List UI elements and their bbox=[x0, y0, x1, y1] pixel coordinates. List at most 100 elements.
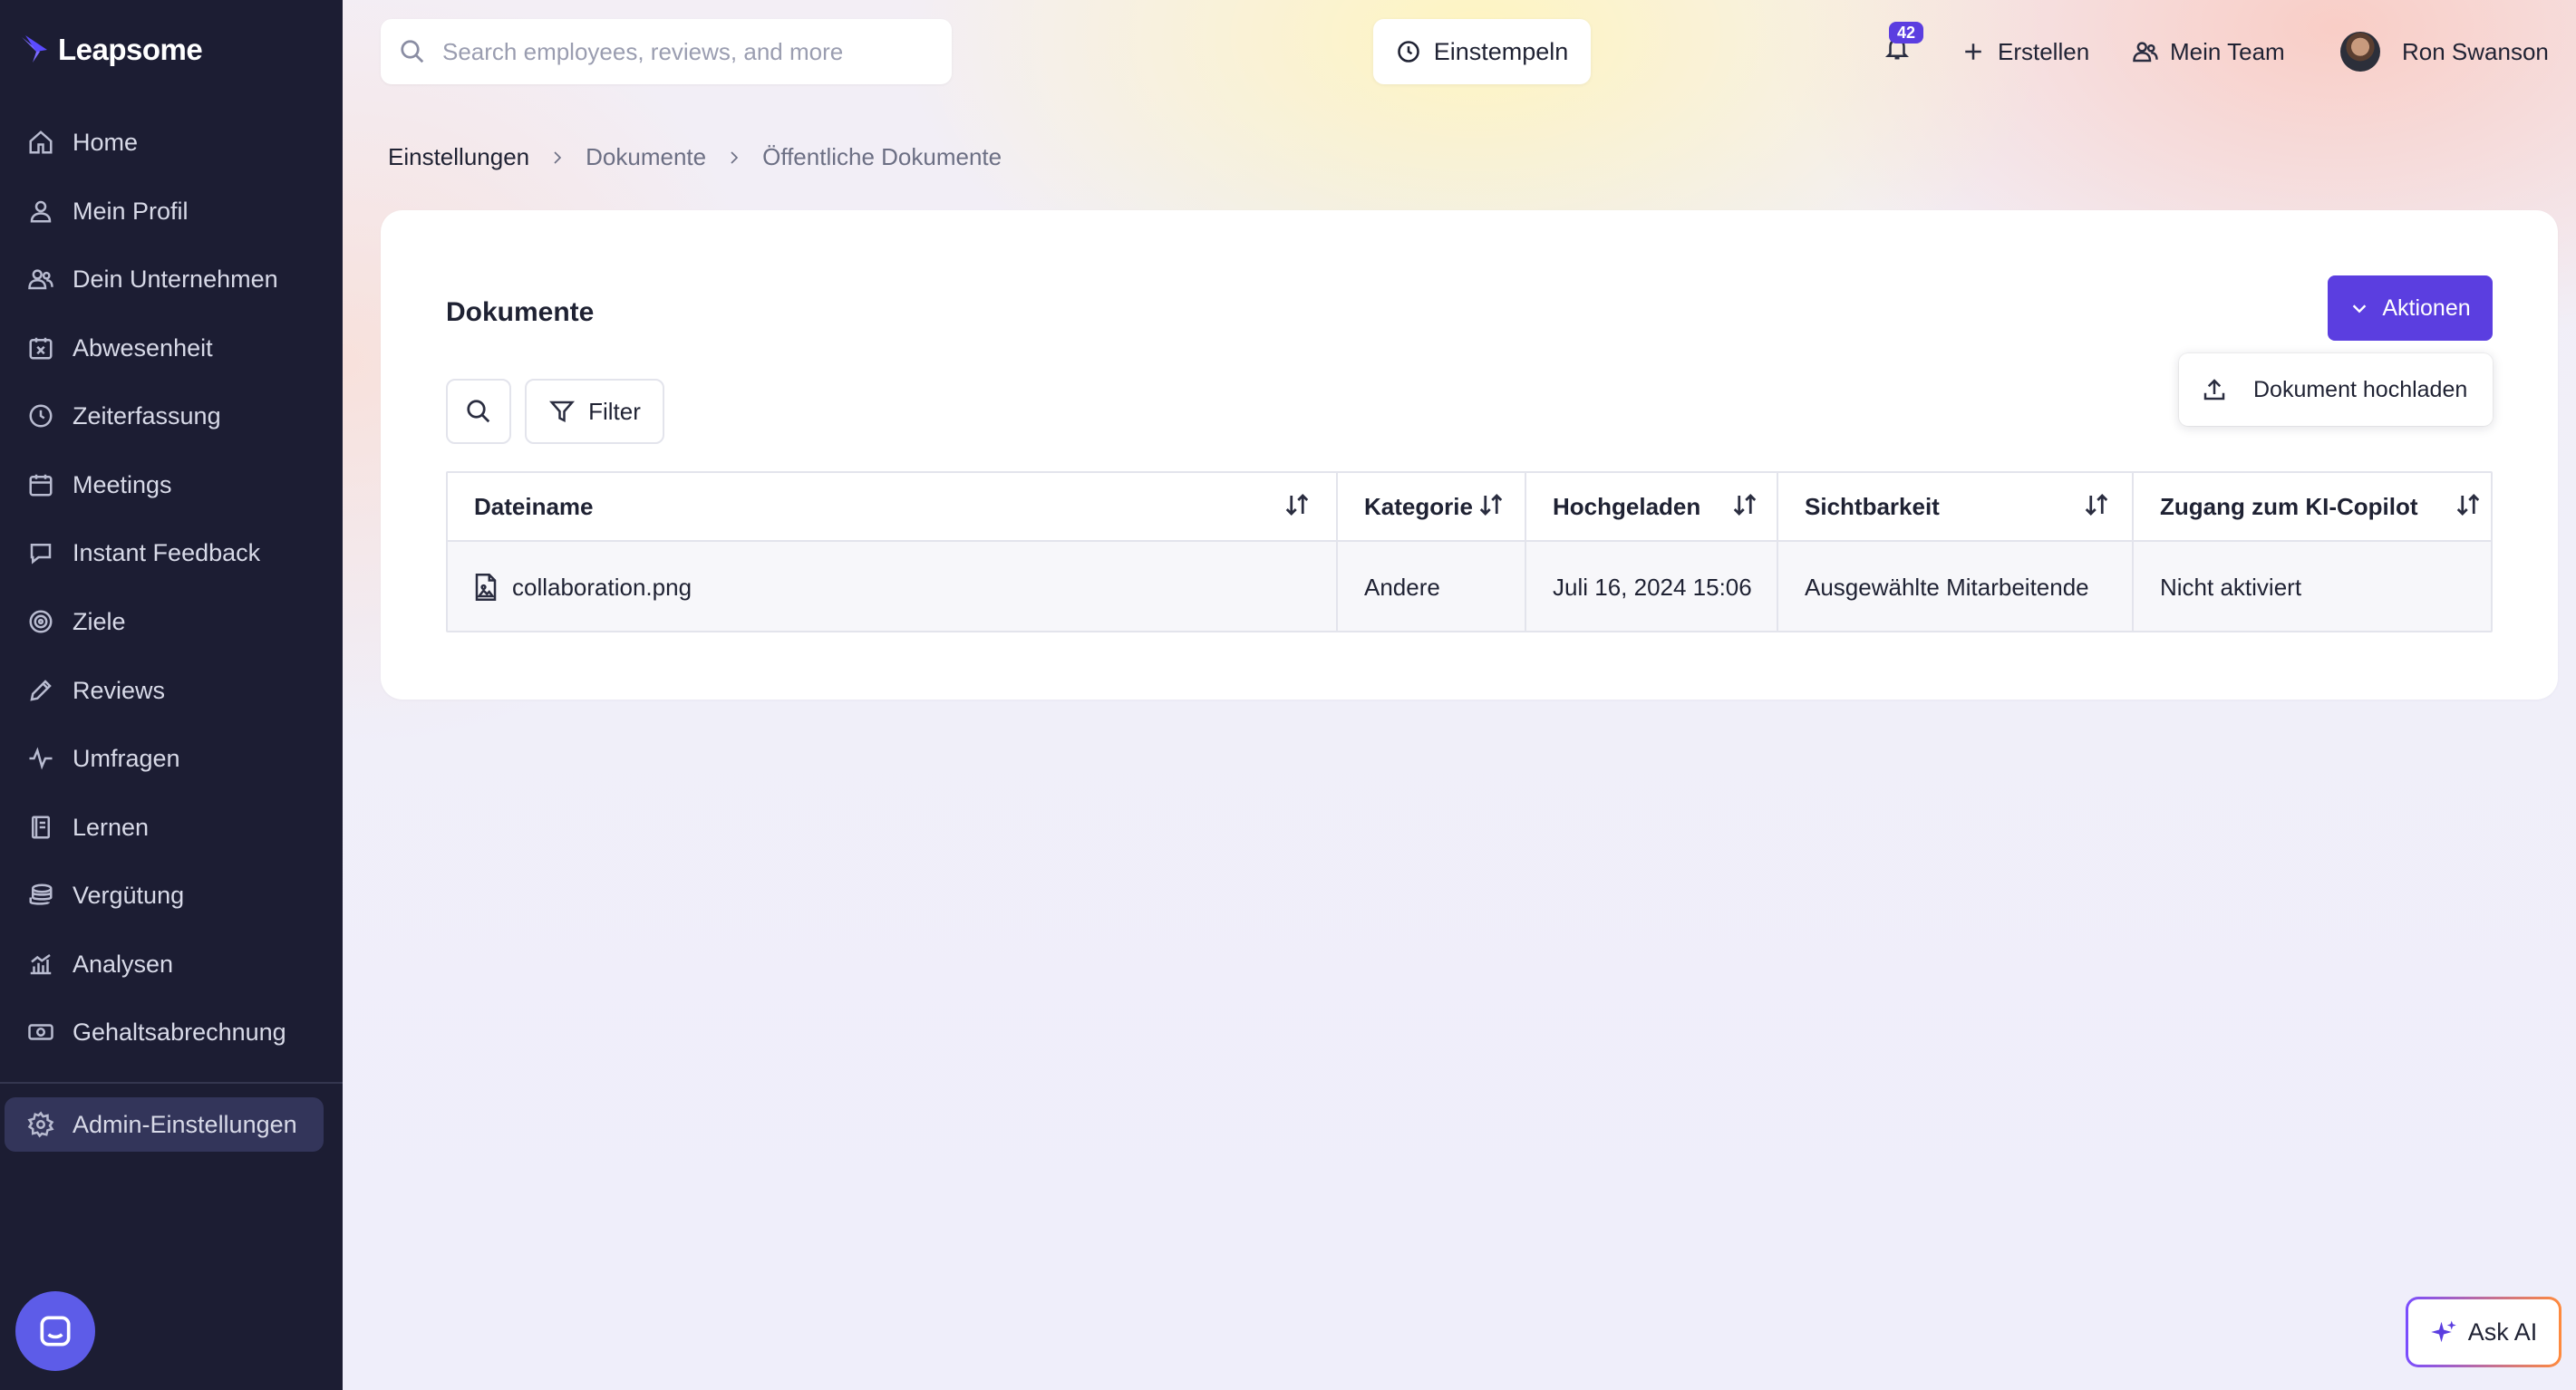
clock-icon bbox=[29, 404, 53, 428]
chat-bubble-icon bbox=[40, 1316, 71, 1347]
sparkle-icon bbox=[2430, 1320, 2456, 1343]
notification-count-badge: 42 bbox=[1889, 22, 1923, 43]
sidebar-item-gehaltsabrechnung[interactable]: Gehaltsabrechnung bbox=[0, 1005, 343, 1059]
column-header-sichtbarkeit[interactable]: Sichtbarkeit bbox=[1778, 473, 2134, 540]
search-icon bbox=[467, 400, 490, 423]
sidebar-item-umfragen[interactable]: Umfragen bbox=[0, 731, 343, 786]
actions-button[interactable]: Aktionen bbox=[2328, 275, 2493, 341]
chat-icon bbox=[30, 544, 52, 565]
coins-icon bbox=[29, 883, 53, 905]
sidebar-item-dein-unternehmen[interactable]: Dein Unternehmen bbox=[0, 252, 343, 306]
breadcrumb-item-dokumente[interactable]: Dokumente bbox=[586, 143, 706, 171]
breadcrumb-item-oeffentliche-dokumente: Öffentliche Dokumente bbox=[762, 143, 1002, 170]
sidebar-item-label: Home bbox=[73, 128, 139, 156]
column-header-ki-copilot[interactable]: Zugang zum KI-Copilot bbox=[2134, 473, 2491, 540]
search-icon bbox=[401, 40, 424, 63]
sort-icon[interactable] bbox=[1731, 491, 1758, 518]
user-name: Ron Swanson bbox=[2402, 37, 2549, 65]
sidebar-item-label: Reviews bbox=[73, 676, 166, 704]
sidebar-item-label: Vergütung bbox=[73, 881, 185, 909]
user-menu[interactable]: Ron Swanson bbox=[2340, 30, 2549, 73]
create-label: Erstellen bbox=[1998, 37, 2090, 65]
table-search-button[interactable] bbox=[446, 379, 511, 444]
pencil-icon bbox=[30, 680, 52, 701]
calendar-icon bbox=[29, 474, 53, 497]
book-icon bbox=[32, 816, 50, 839]
documents-card: Dokumente Aktionen Dokument hochladen Fi… bbox=[381, 210, 2558, 700]
cell-kategorie: Andere bbox=[1338, 542, 1526, 631]
upload-document-menu-item[interactable]: Dokument hochladen bbox=[2179, 353, 2493, 426]
sidebar-item-label: Meetings bbox=[73, 470, 172, 498]
gear-icon bbox=[27, 1111, 54, 1138]
sort-icon[interactable] bbox=[2083, 491, 2110, 518]
column-header-dateiname[interactable]: Dateiname bbox=[448, 473, 1338, 540]
sidebar-item-label: Admin-Einstellungen bbox=[73, 1110, 297, 1138]
sidebar: Leapsome Home Mein Profil Dein Unternehm… bbox=[0, 0, 343, 1390]
sidebar-item-zeiterfassung[interactable]: Zeiterfassung bbox=[0, 389, 343, 443]
search-input[interactable] bbox=[442, 37, 914, 66]
sidebar-item-label: Instant Feedback bbox=[73, 538, 261, 566]
sidebar-item-label: Umfragen bbox=[73, 744, 180, 772]
sidebar-item-instant-feedback[interactable]: Instant Feedback bbox=[0, 526, 343, 580]
upload-document-label: Dokument hochladen bbox=[2253, 376, 2468, 402]
sidebar-item-lernen[interactable]: Lernen bbox=[0, 800, 343, 854]
sidebar-item-label: Ziele bbox=[73, 607, 126, 635]
sidebar-item-meetings[interactable]: Meetings bbox=[0, 458, 343, 512]
sidebar-item-abwesenheit[interactable]: Abwesenheit bbox=[0, 321, 343, 375]
file-name[interactable]: collaboration.png bbox=[512, 574, 692, 602]
ask-ai-inner: Ask AI bbox=[2408, 1299, 2559, 1365]
money-icon bbox=[28, 1024, 53, 1040]
column-header-hochgeladen[interactable]: Hochgeladen bbox=[1526, 473, 1778, 540]
copilot-access-value: Nicht aktiviert bbox=[2160, 573, 2302, 601]
sidebar-divider bbox=[0, 1082, 343, 1084]
column-header-label: Dateiname bbox=[474, 492, 594, 520]
user-icon bbox=[30, 200, 52, 223]
chat-support-button[interactable] bbox=[15, 1291, 95, 1371]
sidebar-item-home[interactable]: Home bbox=[0, 115, 343, 169]
cell-sichtbarkeit: Ausgewählte Mitarbeitende bbox=[1778, 542, 2134, 631]
avatar bbox=[2340, 32, 2380, 72]
column-header-label: Kategorie bbox=[1364, 492, 1473, 520]
sort-icon[interactable] bbox=[1283, 491, 1311, 518]
breadcrumb-item-einstellungen[interactable]: Einstellungen bbox=[388, 143, 529, 171]
cell-dateiname[interactable]: collaboration.png bbox=[448, 542, 1338, 631]
sort-icon[interactable] bbox=[1477, 491, 1505, 518]
my-team-button[interactable]: Mein Team bbox=[2132, 30, 2285, 73]
ask-ai-label: Ask AI bbox=[2467, 1318, 2538, 1346]
clockin-label: Einstempeln bbox=[1433, 37, 1569, 65]
pulse-icon bbox=[29, 747, 53, 770]
users-icon bbox=[2133, 42, 2158, 63]
sidebar-item-label: Lernen bbox=[73, 813, 150, 841]
column-header-kategorie[interactable]: Kategorie bbox=[1338, 473, 1526, 540]
image-file-icon bbox=[475, 574, 497, 601]
sidebar-item-ziele[interactable]: Ziele bbox=[0, 594, 343, 649]
table-row[interactable]: collaboration.png Andere Juli 16, 2024 1… bbox=[448, 542, 2491, 631]
sidebar-item-admin-einstellungen[interactable]: Admin-Einstellungen bbox=[5, 1097, 324, 1152]
sidebar-item-analysen[interactable]: Analysen bbox=[0, 937, 343, 991]
column-header-label: Sichtbarkeit bbox=[1805, 492, 1940, 520]
ask-ai-button[interactable]: Ask AI bbox=[2406, 1297, 2561, 1367]
uploaded-value: Juli 16, 2024 15:06 bbox=[1553, 573, 1752, 601]
calendar-x-icon bbox=[29, 337, 53, 360]
sort-icon[interactable] bbox=[2455, 491, 2482, 518]
sidebar-item-label: Gehaltsabrechnung bbox=[73, 1018, 286, 1046]
sidebar-item-label: Mein Profil bbox=[73, 197, 189, 225]
main-area: Einstempeln 42 Erstellen Mein Team Ron S… bbox=[343, 0, 2576, 1390]
sidebar-item-reviews[interactable]: Reviews bbox=[0, 663, 343, 718]
create-button[interactable]: Erstellen bbox=[1960, 30, 2089, 73]
cell-hochgeladen: Juli 16, 2024 15:06 bbox=[1526, 542, 1778, 631]
filter-button[interactable]: Filter bbox=[525, 379, 664, 444]
category-value: Andere bbox=[1364, 573, 1440, 601]
clockin-button[interactable]: Einstempeln bbox=[1373, 19, 1591, 84]
brand-name: Leapsome bbox=[58, 33, 203, 66]
filter-label: Filter bbox=[588, 397, 641, 425]
breadcrumb: Einstellungen Dokumente Öffentliche Doku… bbox=[388, 143, 1002, 171]
clock-icon bbox=[1397, 41, 1419, 63]
sidebar-item-label: Zeiterfassung bbox=[73, 401, 221, 430]
global-search[interactable] bbox=[381, 19, 952, 84]
sidebar-item-mein-profil[interactable]: Mein Profil bbox=[0, 184, 343, 238]
leapsome-logo[interactable]: Leapsome bbox=[20, 33, 203, 67]
actions-label: Aktionen bbox=[2382, 294, 2471, 321]
sidebar-item-verguetung[interactable]: Vergütung bbox=[0, 868, 343, 922]
sidebar-item-label: Analysen bbox=[73, 950, 174, 978]
